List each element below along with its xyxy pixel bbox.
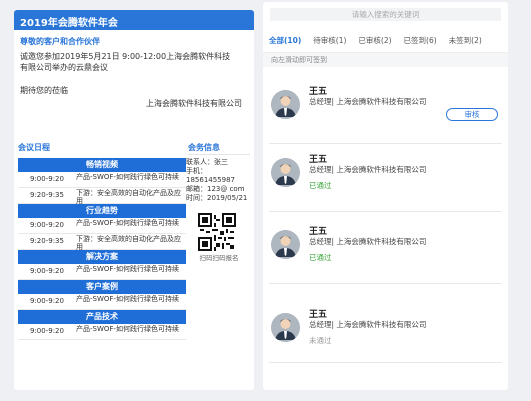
filter-tabs: 全部(10) 待审核(1) 已审核(2) 已签到(6) 未签到(2) bbox=[263, 21, 508, 53]
invitation-panel: 2019年会腾软件年会 尊敬的客户和合作伙伴 诚邀您参加2019年5月21日 9… bbox=[14, 10, 254, 390]
attendee-title: 总经理| 上海会腾软件科技有限公司 bbox=[309, 97, 427, 106]
review-button[interactable]: 审核 bbox=[446, 108, 498, 121]
attendee-title: 总经理| 上海会腾软件科技有限公司 bbox=[309, 165, 427, 174]
closing-text: 期待您的莅临 bbox=[20, 86, 68, 95]
attendee-panel: 请输入搜索的关键词 全部(10) 待审核(1) 已审核(2) 已签到(6) 未签… bbox=[263, 2, 508, 390]
status-badge: 已通过 bbox=[309, 181, 332, 190]
schedule-title: 会议日程 bbox=[18, 143, 50, 152]
search-input[interactable]: 请输入搜索的关键词 bbox=[270, 8, 501, 21]
attendee-title: 总经理| 上海会腾软件科技有限公司 bbox=[309, 237, 427, 246]
tab-checked-in[interactable]: 已签到(6) bbox=[404, 35, 437, 52]
category-header: 产品技术 bbox=[18, 310, 186, 324]
schedule-row: 9:00-9:20 产品-SWOF-如何践行绿色可持续 bbox=[18, 172, 186, 188]
category-header: 行业趋势 bbox=[18, 204, 186, 218]
greeting: 尊敬的客户和合作伙伴 bbox=[20, 37, 100, 46]
schedule-row: 9:00-9:20 产品-SWOF-如何践行绿色可持续 bbox=[18, 218, 186, 234]
attendee-item[interactable]: 王五 总经理| 上海会腾软件科技有限公司 已通过 bbox=[269, 222, 502, 288]
schedule-row: 9:00-9:20 产品-SWOF-如何践行绿色可持续 bbox=[18, 294, 186, 310]
schedule-row: 9:00-9:20 产品-SWOF-如何践行绿色可持续 bbox=[18, 324, 186, 340]
invitation-header: 2019年会腾软件年会 bbox=[14, 10, 254, 30]
contact-person: 联系人：张三 bbox=[186, 158, 228, 166]
schedule-row: 9:20-9:35 下游：安全高效的自动化产品及应用 bbox=[18, 188, 186, 204]
swipe-hint: 向左滑动即可签到 bbox=[263, 53, 508, 67]
category-header: 解决方案 bbox=[18, 250, 186, 264]
schedule-row: 9:00-9:20 产品-SWOF-如何践行绿色可持续 bbox=[18, 264, 186, 280]
avatar-icon bbox=[271, 230, 300, 259]
contact-title: 会务信息 bbox=[188, 143, 220, 152]
invitation-body: 尊敬的客户和合作伙伴 诚邀您参加2019年5月21日 9:00-12:00上海会… bbox=[14, 30, 254, 109]
invite-text-2: 有限公司举办的云鼎会议 bbox=[20, 63, 108, 72]
attendee-item[interactable]: 王五 总经理| 上海会腾软件科技有限公司 已通过 bbox=[269, 150, 502, 216]
avatar-icon bbox=[271, 90, 300, 119]
status-badge: 已通过 bbox=[309, 253, 332, 262]
qr-caption: 扫码扫码报名 bbox=[199, 254, 239, 262]
contact-info: 联系人：张三 手机：18561455987 邮箱：123@ com 时间：201… bbox=[186, 158, 252, 263]
qr-code-icon bbox=[198, 213, 236, 251]
tab-reviewed[interactable]: 已审核(2) bbox=[358, 35, 391, 52]
status-badge: 未通过 bbox=[309, 336, 332, 345]
avatar-icon bbox=[271, 158, 300, 187]
contact-email: 邮箱：123@ com bbox=[186, 185, 245, 193]
tab-all[interactable]: 全部(10) bbox=[269, 35, 301, 52]
category-header: 畅销视频 bbox=[18, 158, 186, 172]
tab-not-checked-in[interactable]: 未签到(2) bbox=[449, 35, 482, 52]
avatar-icon bbox=[271, 313, 300, 342]
attendee-title: 总经理| 上海会腾软件科技有限公司 bbox=[309, 320, 427, 329]
invite-text-1: 诚邀您参加2019年5月21日 9:00-12:00上海会腾软件科技 bbox=[20, 52, 231, 61]
schedule-row: 9:20-9:35 下游：安全高效的自动化产品及应用 bbox=[18, 234, 186, 250]
signature: 上海会腾软件科技有限公司 bbox=[146, 99, 242, 108]
category-header: 客户案例 bbox=[18, 280, 186, 294]
schedule-list: 畅销视频 9:00-9:20 产品-SWOF-如何践行绿色可持续 9:20-9:3… bbox=[18, 158, 186, 340]
contact-time: 时间：2019/05/21 bbox=[186, 194, 248, 202]
contact-phone: 手机：18561455987 bbox=[186, 167, 235, 184]
tab-pending[interactable]: 待审核(1) bbox=[313, 35, 346, 52]
attendee-item[interactable]: 王五 总经理| 上海会腾软件科技有限公司 审核 bbox=[269, 82, 502, 148]
